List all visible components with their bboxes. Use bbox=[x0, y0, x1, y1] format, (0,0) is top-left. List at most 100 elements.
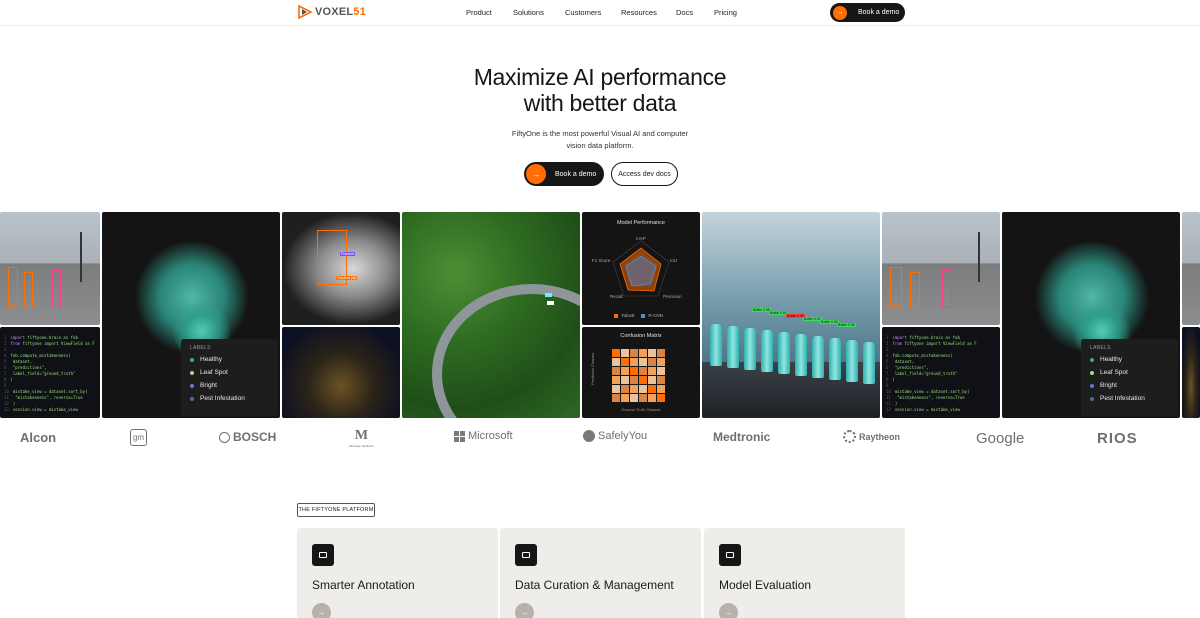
blight-swatch bbox=[190, 383, 194, 388]
bottle bbox=[829, 338, 841, 380]
nav-resources[interactable]: Resources bbox=[621, 8, 657, 17]
legend-rcnn-swatch bbox=[641, 313, 646, 318]
confusion-matrix-cell bbox=[630, 385, 638, 393]
code-line: 13 session.view = mistake_view bbox=[4, 407, 78, 412]
confusion-matrix-cell bbox=[612, 376, 620, 384]
detection-box bbox=[910, 272, 920, 308]
confusion-matrix-cell bbox=[648, 367, 656, 375]
brand-gm-text: gm bbox=[132, 433, 145, 442]
bottle bbox=[795, 334, 807, 376]
embeddings-plot: LABELS Healthy Leaf Spot Bright Pest Inf… bbox=[102, 212, 280, 418]
code-line: 9 bbox=[4, 383, 7, 388]
aerial-forest-image bbox=[402, 212, 580, 418]
label-pest[interactable]: Pest Infestation bbox=[1090, 395, 1145, 402]
label-healthy[interactable]: Healthy bbox=[1090, 356, 1122, 363]
legend-rcnn: R-CNN bbox=[648, 313, 663, 318]
code-snippet-panel-2: 1 import fiftyone.brain as fob 2 from fifty… bbox=[882, 327, 1000, 418]
code-line: 5 dataset, bbox=[886, 359, 915, 364]
nav-book-demo-button[interactable]: → Book a demo bbox=[830, 3, 905, 22]
code-line: 12) bbox=[886, 401, 898, 406]
bottle bbox=[761, 330, 773, 372]
nav-product[interactable]: Product bbox=[466, 8, 492, 17]
lidar-scan-image bbox=[282, 327, 400, 418]
label-pest-text: Pest Infestation bbox=[200, 395, 245, 402]
nav-solutions[interactable]: Solutions bbox=[513, 8, 544, 17]
nav-book-demo-label: Book a demo bbox=[858, 9, 900, 16]
confusion-matrix-cell bbox=[639, 358, 647, 366]
label-blight[interactable]: Bright bbox=[1090, 382, 1117, 389]
confusion-matrix-cell bbox=[630, 367, 638, 375]
card-smarter-annotation[interactable]: Smarter Annotation → bbox=[297, 528, 498, 618]
brand-raytheon-text: Raytheon bbox=[859, 431, 901, 442]
code-line: 1 import fiftyone.brain as fob bbox=[4, 335, 78, 340]
bottle-detection-label: Bottle 0.91 bbox=[803, 317, 822, 321]
xray-label-1: Fracture bbox=[340, 252, 356, 256]
blight-swatch bbox=[1090, 383, 1094, 388]
arrow-right-icon: → bbox=[833, 5, 847, 20]
access-dev-docs-button[interactable]: Access dev docs bbox=[611, 162, 678, 186]
confusion-matrix-cell bbox=[621, 385, 629, 393]
label-blight[interactable]: Bright bbox=[190, 382, 217, 389]
road bbox=[432, 284, 580, 418]
label-healthy[interactable]: Healthy bbox=[190, 356, 222, 363]
brand-raytheon: Raytheon bbox=[843, 430, 900, 443]
card-model-evaluation[interactable]: Model Evaluation → bbox=[704, 528, 905, 618]
hero-subtitle: FiftyOne is the most powerful Visual AI … bbox=[500, 128, 700, 151]
confusion-matrix-cell bbox=[657, 349, 665, 357]
label-pest[interactable]: Pest Infestation bbox=[190, 395, 245, 402]
model-performance-title: Model Performance bbox=[617, 220, 665, 226]
confusion-matrix-cell bbox=[648, 376, 656, 384]
arrow-right-icon[interactable]: → bbox=[312, 603, 331, 618]
code-line: 2 from fiftyone import ViewField as F bbox=[886, 341, 977, 346]
confusion-matrix-title: Confusion Matrix bbox=[620, 333, 662, 339]
embeddings-plot-2: LABELS Healthy Leaf Spot Bright Pest Inf… bbox=[1002, 212, 1180, 418]
bottle bbox=[744, 328, 756, 370]
nav-customers[interactable]: Customers bbox=[565, 8, 601, 17]
hero-book-demo-button[interactable]: → Book a demo bbox=[524, 162, 604, 186]
healthy-swatch bbox=[1090, 357, 1094, 362]
brand-google: Google bbox=[976, 430, 1024, 447]
label-leaf-spot[interactable]: Leaf Spot bbox=[1090, 369, 1128, 376]
confusion-matrix-cell bbox=[621, 376, 629, 384]
card-title: Smarter Annotation bbox=[312, 578, 415, 592]
bottle-detection-label: Bottle 0.93 bbox=[820, 320, 839, 324]
confusion-matrix-cell bbox=[612, 358, 620, 366]
legend-yolov8-swatch bbox=[614, 313, 618, 318]
confusion-matrix-chart: Confusion Matrix Predicted Classes Groun… bbox=[582, 327, 700, 418]
card-data-curation[interactable]: Data Curation & Management → bbox=[500, 528, 701, 618]
bottle bbox=[778, 332, 790, 374]
confusion-matrix-cell bbox=[639, 394, 647, 402]
brand-bosch: BOSCH bbox=[219, 430, 276, 444]
code-line: 5 dataset, bbox=[4, 359, 33, 364]
labels-panel-2: LABELS Healthy Leaf Spot Bright Pest Inf… bbox=[1081, 339, 1178, 416]
hero-title-line-1: Maximize AI performance bbox=[473, 64, 727, 90]
detection-box bbox=[942, 270, 952, 308]
bottle-detection-label: Bottle 0.95 bbox=[786, 314, 805, 318]
label-leaf-spot[interactable]: Leaf Spot bbox=[190, 369, 228, 376]
factory-bottles-image: Bottle 0.95 Bottle 0.92 Bottle 0.95 Bottle … bbox=[702, 212, 880, 418]
street-detection-image-2 bbox=[882, 212, 1000, 325]
hero-title-line-2: with better data bbox=[523, 90, 677, 116]
arrow-right-icon[interactable]: → bbox=[515, 603, 534, 618]
bottle bbox=[812, 336, 824, 378]
cm-xlabel: Ground Truth Classes bbox=[621, 407, 661, 412]
confusion-matrix-cell bbox=[657, 394, 665, 402]
legend-yolov8: Yolov8 bbox=[621, 313, 635, 318]
confusion-matrix-cell bbox=[612, 394, 620, 402]
label-leaf-spot-text: Leaf Spot bbox=[200, 369, 228, 376]
labels-panel: LABELS Healthy Leaf Spot Bright Pest Inf… bbox=[181, 339, 278, 416]
hero-subtitle-line-2: vision data platform. bbox=[566, 140, 634, 150]
nav-pricing[interactable]: Pricing bbox=[714, 8, 737, 17]
xray-label-2: Fracture (dt) bbox=[336, 276, 358, 280]
code-line: 4 fob.compute_mistakenness( bbox=[886, 353, 953, 358]
label-healthy-text: Healthy bbox=[200, 356, 223, 363]
nav-docs[interactable]: Docs bbox=[676, 8, 693, 17]
arrow-right-icon[interactable]: → bbox=[719, 603, 738, 618]
brand-medtronic-text: Medtronic bbox=[713, 430, 771, 444]
card-title: Model Evaluation bbox=[719, 578, 812, 592]
bottle-detection-label: Bottle 0.96 bbox=[837, 323, 856, 327]
detection-box bbox=[547, 301, 554, 305]
platform-tag: THE FIFTYONE PLATFORM bbox=[297, 503, 375, 517]
labels-heading: LABELS bbox=[1090, 345, 1111, 351]
image-gallery-icon bbox=[515, 544, 537, 566]
